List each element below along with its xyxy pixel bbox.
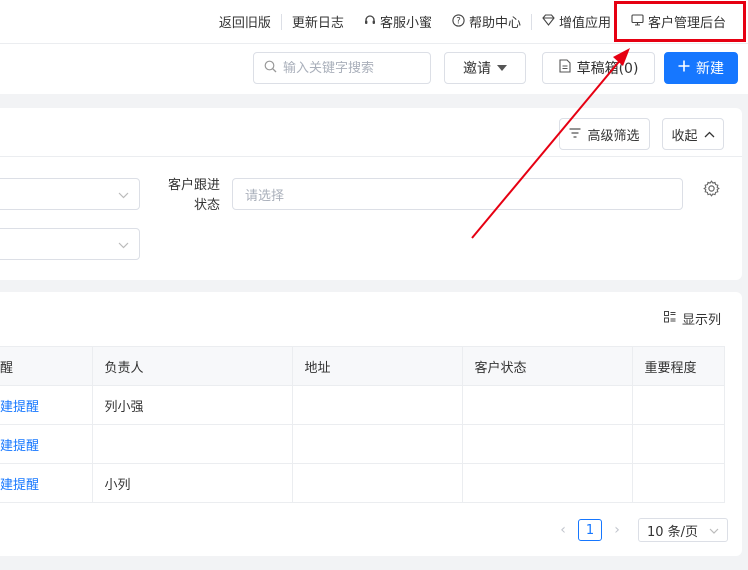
filter-lines-icon — [569, 127, 581, 142]
column-header-importance[interactable]: 重要程度 — [631, 346, 725, 386]
collapse-button[interactable]: 收起 — [662, 118, 724, 150]
table-header-row: 醒 负责人 地址 客户状态 重要程度 — [0, 346, 725, 386]
advanced-filter-label: 高级筛选 — [587, 128, 640, 144]
customer-service-label: 客服小蜜 — [379, 16, 432, 31]
value-added-apps-link[interactable]: 增值应用 — [532, 12, 621, 31]
page-size-select[interactable]: 10 条/页 — [638, 518, 728, 542]
advanced-filter-button[interactable]: 高级筛选 — [559, 118, 650, 150]
filter-panel: 高级筛选 收起 客户跟进 状态 请选择 — [0, 108, 742, 280]
back-to-old-version-link[interactable]: 返回旧版 — [209, 12, 281, 31]
collapse-label: 收起 — [671, 128, 698, 144]
top-nav-bar: 返回旧版 更新日志 客服小蜜 ? 帮助中心 增值应用 客户管理后台 — [0, 0, 748, 44]
owner-cell: 小列 — [91, 463, 293, 503]
columns-icon — [664, 310, 676, 327]
search-input[interactable] — [283, 60, 423, 76]
help-circle-icon: ? — [452, 13, 465, 30]
drafts-label: 草稿箱(0) — [576, 61, 639, 77]
owner-cell: 列小强 — [91, 385, 293, 425]
customer-status-cell — [461, 424, 633, 464]
pagination: ‹ 1 › 10 条/页 — [556, 518, 728, 542]
value-added-apps-label: 增值应用 — [558, 16, 611, 31]
customer-service-link[interactable]: 客服小蜜 — [354, 12, 442, 31]
column-header-owner[interactable]: 负责人 — [91, 346, 293, 386]
create-reminder-link[interactable]: 建提醒 — [0, 385, 93, 425]
invite-button[interactable]: 邀请 — [444, 52, 526, 84]
headset-icon — [364, 14, 376, 29]
follow-status-label: 客户跟进 状态 — [150, 176, 220, 216]
customer-status-cell — [461, 385, 633, 425]
column-header-customer-status[interactable]: 客户状态 — [461, 346, 633, 386]
help-center-link[interactable]: ? 帮助中心 — [442, 12, 531, 31]
document-icon — [559, 59, 571, 77]
chevron-up-icon — [704, 127, 715, 142]
create-reminder-link[interactable]: 建提醒 — [0, 424, 93, 464]
new-button[interactable]: 新建 — [664, 52, 738, 84]
customer-table: 醒 负责人 地址 客户状态 重要程度 建提醒 列小强 建提醒 建提醒 小列 — [0, 346, 725, 503]
changelog-label: 更新日志 — [291, 16, 344, 31]
importance-cell — [631, 385, 725, 425]
address-cell — [291, 424, 463, 464]
current-page-button[interactable]: 1 — [578, 519, 602, 541]
customer-table-card: 显示列 醒 负责人 地址 客户状态 重要程度 建提醒 列小强 建提醒 建提醒 小… — [0, 292, 742, 556]
filter-select-2[interactable] — [0, 228, 140, 260]
prev-page-icon[interactable]: ‹ — [556, 522, 570, 538]
search-icon — [264, 60, 277, 77]
chevron-down-icon — [709, 523, 719, 538]
table-row[interactable]: 建提醒 — [0, 424, 725, 464]
help-center-label: 帮助中心 — [468, 16, 521, 31]
follow-status-placeholder: 请选择 — [245, 188, 285, 204]
customer-status-cell — [461, 463, 633, 503]
diamond-icon — [542, 14, 555, 29]
table-row[interactable]: 建提醒 小列 — [0, 463, 725, 503]
column-header-reminder[interactable]: 醒 — [0, 346, 93, 386]
drafts-button[interactable]: 草稿箱(0) — [542, 52, 655, 84]
caret-down-icon — [497, 60, 507, 76]
new-label: 新建 — [696, 61, 724, 77]
customer-admin-label: 客户管理后台 — [647, 16, 726, 31]
invite-label: 邀请 — [463, 61, 491, 77]
changelog-link[interactable]: 更新日志 — [282, 12, 354, 31]
plus-icon — [678, 60, 690, 76]
address-cell — [291, 385, 463, 425]
follow-status-label-line1: 客户跟进 — [167, 178, 220, 193]
chevron-down-icon — [118, 235, 129, 252]
column-header-address[interactable]: 地址 — [291, 346, 463, 386]
owner-cell — [91, 424, 293, 464]
show-columns-button[interactable]: 显示列 — [664, 309, 721, 328]
importance-cell — [631, 424, 725, 464]
address-cell — [291, 463, 463, 503]
search-box[interactable] — [253, 52, 431, 84]
page-size-label: 10 条/页 — [647, 524, 699, 540]
monitor-icon — [631, 14, 644, 29]
chevron-down-icon — [118, 185, 129, 202]
customer-admin-link[interactable]: 客户管理后台 — [621, 12, 736, 31]
filter-divider — [0, 156, 742, 157]
table-row[interactable]: 建提醒 列小强 — [0, 385, 725, 425]
svg-text:?: ? — [456, 16, 461, 26]
back-to-old-version-label: 返回旧版 — [218, 16, 271, 31]
follow-status-label-line2: 状态 — [193, 198, 220, 213]
action-toolbar: 邀请 草稿箱(0) 新建 — [0, 44, 748, 94]
importance-cell — [631, 463, 725, 503]
gear-icon[interactable] — [703, 180, 720, 201]
filter-select-1[interactable] — [0, 178, 140, 210]
follow-status-select[interactable]: 请选择 — [232, 178, 683, 210]
next-page-icon[interactable]: › — [610, 522, 624, 538]
show-columns-label: 显示列 — [682, 313, 722, 328]
create-reminder-link[interactable]: 建提醒 — [0, 463, 93, 503]
